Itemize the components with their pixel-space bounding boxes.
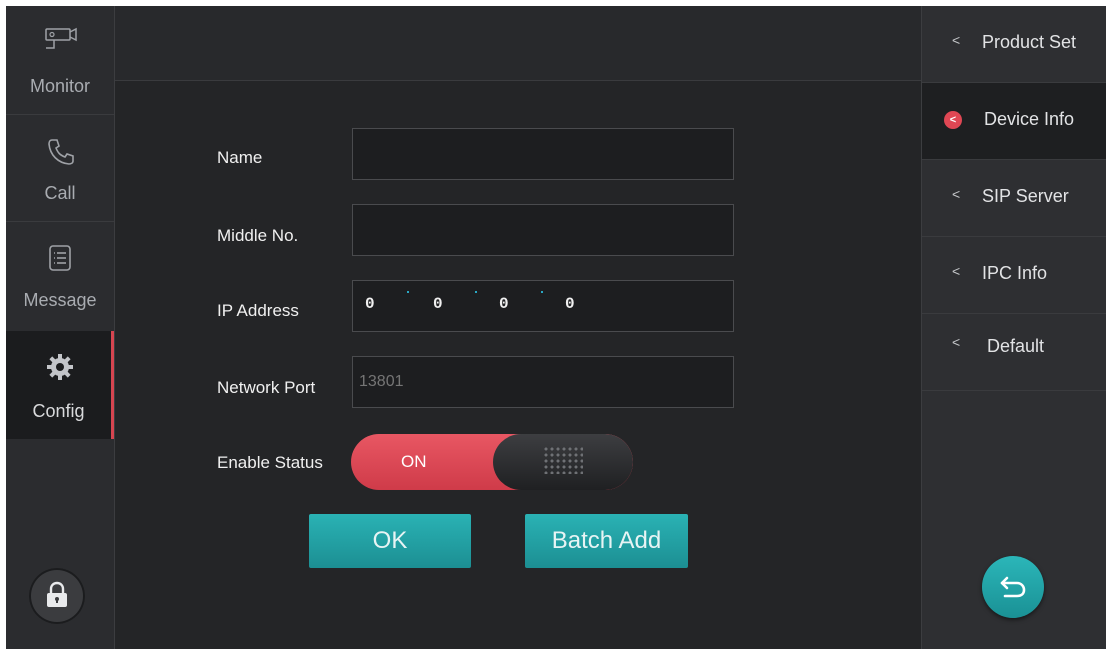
batch-add-button[interactable]: Batch Add — [525, 514, 688, 568]
back-button[interactable] — [982, 556, 1044, 618]
ip-separator — [407, 291, 409, 293]
chevron-left-icon: < — [952, 334, 961, 350]
phone-icon — [48, 139, 74, 165]
enable-status-label: Enable Status — [217, 453, 323, 472]
nav-item-call[interactable]: Call — [6, 115, 114, 221]
menu-item-sip-server[interactable]: < SIP Server — [922, 160, 1106, 237]
menu-label: Device Info — [984, 109, 1075, 129]
menu-item-device-info[interactable]: < Device Info — [922, 83, 1106, 160]
back-arrow-icon — [1000, 576, 1026, 598]
right-menu: < Product Set < Device Info < SIP Server… — [921, 6, 1106, 649]
lock-icon — [47, 581, 67, 607]
chevron-left-icon: < — [952, 186, 961, 202]
grip-dots-icon — [543, 446, 583, 474]
ip-separator — [541, 291, 543, 293]
camera-icon — [45, 27, 77, 49]
menu-item-default[interactable]: < Default — [922, 314, 1106, 391]
nav-label-call: Call — [44, 183, 76, 203]
name-input[interactable] — [353, 129, 733, 179]
toggle-on-label: ON — [401, 452, 427, 471]
menu-item-ipc-info[interactable]: < IPC Info — [922, 237, 1106, 314]
ip-octet-1[interactable]: 0 — [365, 295, 375, 313]
name-field[interactable] — [352, 128, 734, 180]
ip-octet-3[interactable]: 0 — [499, 295, 509, 313]
toggle-knob[interactable] — [493, 434, 633, 490]
top-bar — [115, 6, 921, 81]
selected-chevron-icon: < — [944, 111, 962, 129]
enable-status-toggle[interactable]: ON — [351, 434, 633, 490]
nav-label-monitor: Monitor — [29, 76, 91, 96]
network-port-field[interactable] — [352, 356, 734, 408]
name-label: Name — [217, 148, 263, 167]
ip-address-label: IP Address — [217, 301, 299, 320]
chevron-left-icon: < — [952, 263, 961, 279]
nav-label-config: Config — [32, 401, 85, 421]
app-frame: Monitor Call Message Config Name Middle … — [6, 6, 1106, 649]
ip-octet-4[interactable]: 0 — [565, 295, 575, 313]
menu-label: IPC Info — [982, 263, 1048, 283]
ok-button[interactable]: OK — [309, 514, 471, 568]
menu-label: Default — [987, 336, 1045, 356]
menu-label: SIP Server — [982, 186, 1069, 206]
menu-item-product-set[interactable]: < Product Set — [922, 6, 1106, 83]
nav-label-message: Message — [23, 290, 97, 310]
middle-no-input[interactable] — [353, 205, 733, 255]
nav-item-monitor[interactable]: Monitor — [6, 6, 114, 114]
ip-separator — [475, 291, 477, 293]
network-port-label: Network Port — [217, 378, 316, 397]
nav-item-config[interactable]: Config — [6, 331, 114, 439]
network-port-input[interactable] — [353, 357, 733, 407]
left-nav: Monitor Call Message Config — [6, 6, 115, 649]
middle-no-label: Middle No. — [217, 226, 299, 245]
ip-octet-2[interactable]: 0 — [433, 295, 443, 313]
ip-address-field[interactable]: 0 0 0 0 — [352, 280, 734, 332]
menu-label: Product Set — [982, 32, 1077, 52]
gear-icon — [47, 354, 73, 380]
nav-item-message[interactable]: Message — [6, 222, 114, 330]
message-list-icon — [49, 245, 71, 271]
middle-no-field[interactable] — [352, 204, 734, 256]
lock-button[interactable] — [29, 568, 85, 624]
chevron-left-icon: < — [952, 32, 961, 48]
